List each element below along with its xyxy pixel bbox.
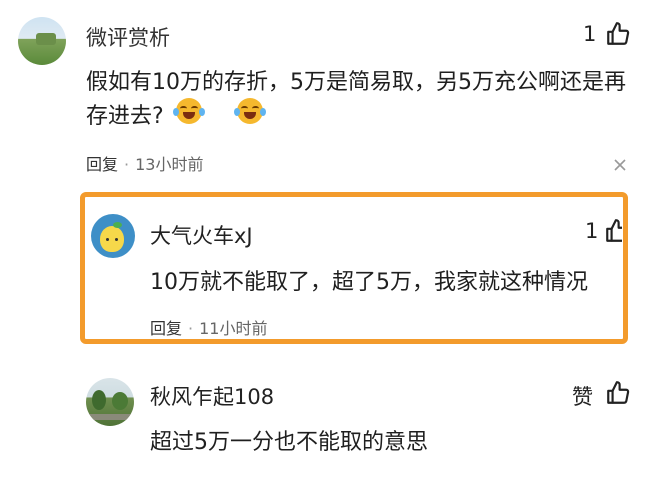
like-count: 1: [585, 219, 599, 243]
thumbs-up-icon[interactable]: [605, 380, 631, 406]
separator-dot: ·: [188, 319, 194, 338]
reply-button[interactable]: 回复: [86, 155, 118, 174]
timestamp: 11小时前: [199, 319, 268, 338]
separator-dot: ·: [124, 155, 130, 174]
close-icon[interactable]: [614, 156, 626, 175]
comment-text: 超过5万一分也不能取的意思: [150, 430, 428, 455]
username[interactable]: 大气火车xJ: [150, 220, 253, 250]
like-button-label[interactable]: 赞: [572, 381, 593, 411]
username[interactable]: 微评赏析: [86, 22, 170, 52]
reply-button[interactable]: 回复: [150, 319, 182, 338]
laughing-crying-emoji: [234, 98, 267, 124]
comment-meta: 回复 · 13小时前: [86, 151, 203, 175]
laughing-crying-emoji: [173, 98, 205, 124]
username[interactable]: 秋风乍起108: [150, 381, 274, 411]
avatar[interactable]: [91, 214, 135, 258]
comment-text: 假如有10万的存折，5万是简易取，另5万充公啊还是再: [86, 70, 626, 95]
comment-text-continued: 存进去?: [86, 104, 164, 129]
thumbs-up-icon[interactable]: [604, 218, 622, 244]
like-count: 1: [583, 22, 597, 46]
avatar[interactable]: [86, 378, 134, 426]
avatar[interactable]: [18, 17, 66, 65]
comment-text: 10万就不能取了，超了5万，我家就这种情况: [150, 270, 588, 295]
thumbs-up-icon[interactable]: [605, 21, 631, 47]
timestamp: 13小时前: [135, 155, 204, 174]
comment-meta: 回复 · 11小时前: [150, 315, 267, 339]
comment-item: 微评赏析 1 假如有10万的存折，5万是简易取，另5万充公啊还是再 存进去? 回…: [0, 0, 660, 174]
